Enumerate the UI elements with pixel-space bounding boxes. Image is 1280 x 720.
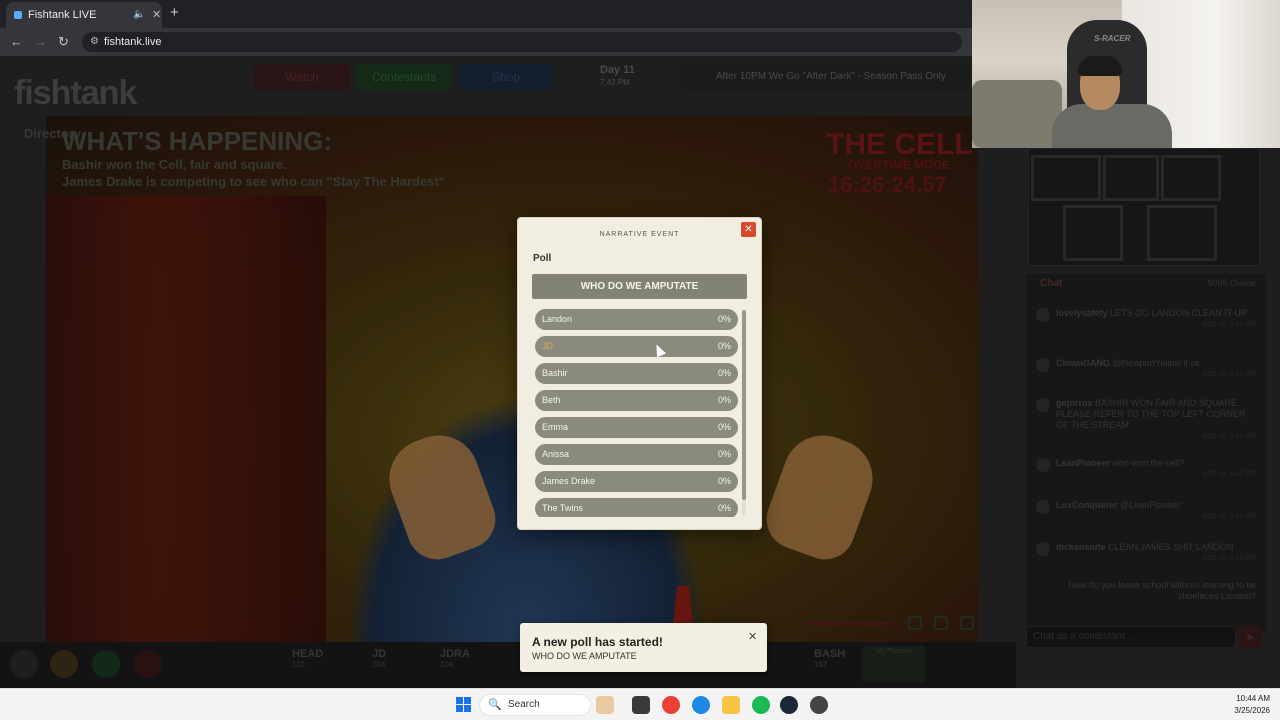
poll-option-percent: 0%	[717, 368, 731, 378]
poll-scrollbar[interactable]	[742, 310, 746, 516]
poll-option-jd[interactable]: JD 0%	[535, 336, 738, 357]
poll-option-label: James Drake	[542, 476, 596, 486]
poll-option-emma[interactable]: Emma 0%	[535, 417, 738, 438]
poll-option-label: JD	[542, 341, 553, 351]
forward-arrow-icon[interactable]: →	[34, 34, 47, 49]
poll-scrollbar-thumb[interactable]	[742, 310, 746, 500]
poll-option-the-twins[interactable]: The Twins 0%	[535, 498, 738, 517]
taskbar-clock[interactable]: 10:44 AM 3/25/2026	[1234, 693, 1270, 717]
windows-start-icon[interactable]	[456, 697, 471, 712]
taskbar-search[interactable]: 🔍 Search	[479, 694, 591, 716]
poll-option-percent: 0%	[717, 395, 731, 405]
widget-icon[interactable]	[596, 696, 614, 714]
chrome-icon[interactable]	[662, 696, 680, 714]
tab-close-icon[interactable]: ✕	[152, 2, 161, 28]
url-text: fishtank.live	[104, 36, 162, 48]
clock-date: 3/25/2026	[1234, 706, 1270, 715]
back-arrow-icon[interactable]: ←	[10, 34, 23, 49]
new-tab-button[interactable]: +	[170, 4, 179, 21]
webcam-overlay: S-RACER	[972, 0, 1280, 148]
poll-label: Poll	[533, 253, 552, 264]
toast-subtitle: WHO DO WE AMPUTATE	[532, 651, 637, 661]
spotify-icon[interactable]	[752, 696, 770, 714]
poll-option-label: Landon	[542, 314, 573, 324]
site-info-icon[interactable]: ⚙	[90, 32, 99, 52]
poll-option-percent: 0%	[717, 341, 731, 351]
modal-category: NARRATIVE EVENT	[599, 231, 680, 238]
poll-options: Landon 0% JD 0% Bashir 0% Beth 0% Emma 0…	[535, 309, 740, 517]
poll-option-bashir[interactable]: Bashir 0%	[535, 363, 738, 384]
poll-option-percent: 0%	[717, 422, 731, 432]
streamer-shirt	[1052, 104, 1172, 148]
poll-option-percent: 0%	[717, 449, 731, 459]
toast-close-icon[interactable]: ✕	[748, 630, 757, 643]
poll-toast[interactable]: A new poll has started! WHO DO WE AMPUTA…	[520, 623, 767, 672]
clock-time: 10:44 AM	[1236, 694, 1270, 703]
browser-tab[interactable]: Fishtank LIVE 🔈 ✕	[6, 2, 162, 28]
reload-icon[interactable]: ↻	[58, 34, 69, 50]
poll-option-label: Anissa	[542, 449, 570, 459]
poll-option-label: Emma	[542, 422, 569, 432]
site-favicon-icon	[14, 11, 22, 19]
speaker-icon[interactable]: 🔈	[133, 2, 145, 28]
search-icon: 🔍	[488, 699, 502, 711]
poll-option-label: Beth	[542, 395, 561, 405]
poll-modal: NARRATIVE EVENT ✕ Poll WHO DO WE AMPUTAT…	[518, 218, 761, 529]
edge-icon[interactable]	[692, 696, 710, 714]
poll-option-percent: 0%	[717, 476, 731, 486]
close-icon[interactable]: ✕	[741, 222, 756, 237]
poll-option-percent: 0%	[717, 503, 731, 513]
poll-option-percent: 0%	[717, 314, 731, 324]
toast-title: A new poll has started!	[532, 635, 663, 649]
address-bar-row: ← → ↻ ⚙ fishtank.live	[0, 28, 972, 56]
app-icon[interactable]	[810, 696, 828, 714]
search-label: Search	[508, 699, 540, 710]
webcam-clothes-pile	[972, 80, 1062, 148]
url-input[interactable]: ⚙ fishtank.live	[82, 32, 962, 52]
streamer-headset	[1078, 56, 1122, 76]
task-view-icon[interactable]	[632, 696, 650, 714]
steam-icon[interactable]	[780, 696, 798, 714]
poll-option-label: Bashir	[542, 368, 568, 378]
windows-taskbar: 🔍 Search 10:44 AM 3/25/2026	[0, 688, 1280, 720]
file-explorer-icon[interactable]	[722, 696, 740, 714]
poll-option-beth[interactable]: Beth 0%	[535, 390, 738, 411]
poll-question: WHO DO WE AMPUTATE	[532, 274, 747, 299]
browser-tab-bar: Fishtank LIVE 🔈 ✕ +	[0, 0, 972, 28]
poll-option-landon[interactable]: Landon 0%	[535, 309, 738, 330]
poll-option-anissa[interactable]: Anissa 0%	[535, 444, 738, 465]
chair-logo: S-RACER	[1094, 34, 1131, 43]
poll-option-james-drake[interactable]: James Drake 0%	[535, 471, 738, 492]
tab-title: Fishtank LIVE	[28, 9, 97, 21]
poll-option-label: The Twins	[542, 503, 583, 513]
